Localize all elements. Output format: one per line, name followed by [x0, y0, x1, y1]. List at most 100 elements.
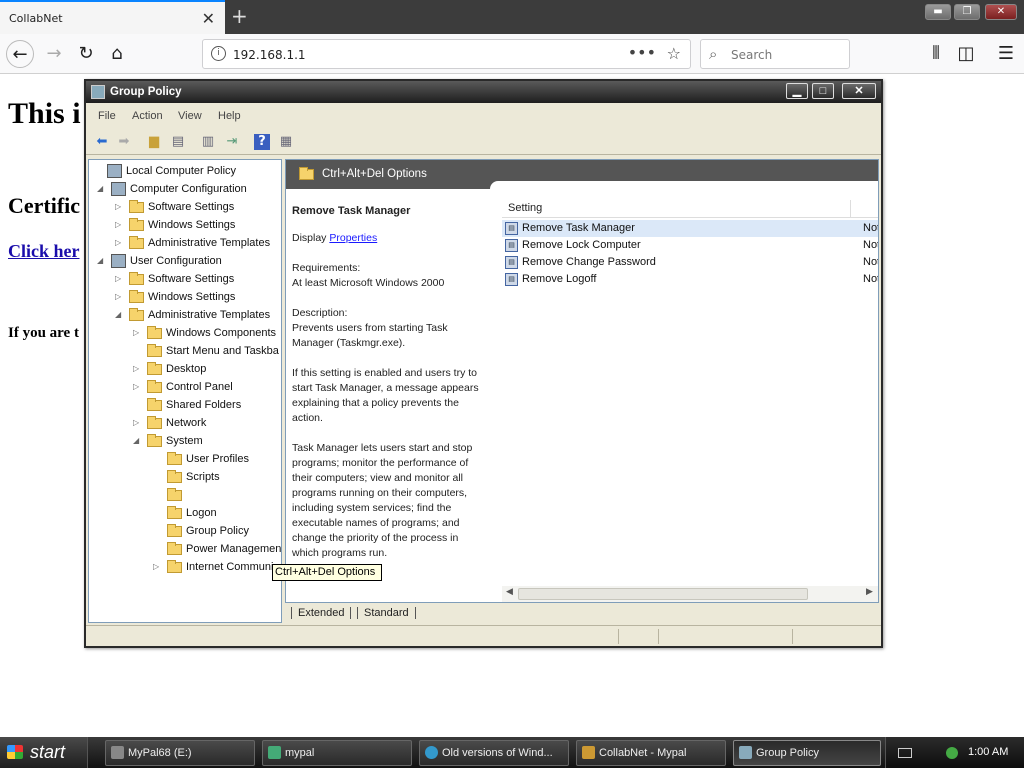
- tree-node[interactable]: ▷ Desktop: [133, 360, 206, 378]
- tree-node[interactable]: ◢ Administrative Templates: [115, 306, 270, 324]
- tree-node[interactable]: ◢ System: [133, 432, 203, 450]
- tree-node[interactable]: ▷ Internet Communi: [153, 558, 273, 576]
- taskbar-item[interactable]: MyPal68 (E:): [105, 740, 255, 766]
- browser-tab[interactable]: CollabNet ✕: [0, 0, 225, 34]
- page-actions-icon[interactable]: •••: [628, 43, 656, 62]
- menu-help[interactable]: Help: [218, 110, 241, 122]
- setting-row[interactable]: ▤ Remove Change Password Not: [502, 254, 878, 271]
- library-icon[interactable]: ⫴: [922, 40, 950, 68]
- forward-arrow-icon[interactable]: ➡: [116, 134, 132, 150]
- tree-node[interactable]: ▷ Control Panel: [133, 378, 233, 396]
- tree-node[interactable]: Start Menu and Taskba: [133, 342, 279, 360]
- menu-view[interactable]: View: [178, 110, 202, 122]
- tree-node[interactable]: ▷ Software Settings: [115, 198, 234, 216]
- reload-icon[interactable]: ↻: [72, 40, 100, 68]
- gp-close-button[interactable]: ✕: [842, 83, 876, 99]
- taskbar-item[interactable]: Old versions of Wind...: [419, 740, 569, 766]
- tree-node[interactable]: ▷ Windows Settings: [115, 216, 235, 234]
- up-folder-icon[interactable]: ▆: [146, 134, 162, 150]
- tree-node[interactable]: Shared Folders: [133, 396, 241, 414]
- expand-toggle-icon[interactable]: ▷: [153, 558, 163, 576]
- tree-node[interactable]: ▷ Software Settings: [115, 270, 234, 288]
- expand-toggle-icon[interactable]: ◢: [97, 252, 107, 270]
- expand-toggle-icon[interactable]: ▷: [115, 234, 125, 252]
- tree-node[interactable]: [153, 486, 186, 504]
- expand-toggle-icon[interactable]: ▷: [133, 414, 143, 432]
- tree-node[interactable]: ▷ Windows Components: [133, 324, 276, 342]
- tab-close-icon[interactable]: ✕: [202, 9, 215, 28]
- properties-link[interactable]: Properties: [329, 232, 377, 244]
- folder-icon: [147, 397, 162, 411]
- folder-icon: [129, 271, 144, 285]
- policy-setting-icon: ▤: [505, 273, 518, 286]
- home-icon[interactable]: ⌂: [103, 40, 131, 68]
- back-icon[interactable]: ←: [6, 40, 34, 68]
- menu-action[interactable]: Action: [132, 110, 163, 122]
- description-block: Description: Prevents users from startin…: [292, 306, 488, 351]
- gp-maximize-button[interactable]: □: [812, 83, 834, 99]
- taskbar-item[interactable]: CollabNet - Mypal: [576, 740, 726, 766]
- expand-toggle-icon[interactable]: ▷: [133, 360, 143, 378]
- tree-node[interactable]: ◢ Computer Configuration: [97, 180, 247, 198]
- taskbar-item[interactable]: mypal: [262, 740, 412, 766]
- taskbar-item[interactable]: Group Policy: [733, 740, 881, 766]
- restore-button[interactable]: ❐: [954, 4, 980, 20]
- tab-standard[interactable]: Standard: [357, 607, 416, 619]
- tree-node[interactable]: Local Computer Policy: [93, 162, 236, 180]
- expand-toggle-icon[interactable]: ▷: [115, 270, 125, 288]
- tree-node-label: Windows Settings: [148, 291, 236, 303]
- expand-toggle-icon[interactable]: ▷: [115, 216, 125, 234]
- expand-toggle-icon[interactable]: ◢: [133, 432, 143, 450]
- policy-setting-icon: ▤: [505, 239, 518, 252]
- help-icon[interactable]: ?: [254, 134, 270, 150]
- gp-minimize-button[interactable]: ▁: [786, 83, 808, 99]
- search-input[interactable]: ⌕ Search: [700, 39, 850, 69]
- list-scroll-thumb[interactable]: [518, 588, 808, 600]
- menu-icon[interactable]: ☰: [992, 40, 1020, 68]
- extended-view-icon[interactable]: ▦: [278, 134, 294, 150]
- sidebar-icon[interactable]: ◫: [952, 40, 980, 68]
- setting-column-header[interactable]: Setting: [502, 200, 878, 218]
- tree-node[interactable]: ▷ Windows Settings: [115, 288, 235, 306]
- new-tab-button[interactable]: +: [231, 4, 248, 28]
- setting-row[interactable]: ▤ Remove Task Manager Not: [502, 220, 878, 237]
- tree-node[interactable]: ▷ Administrative Templates: [115, 234, 270, 252]
- display-properties: Display Properties: [292, 232, 378, 244]
- tree-node[interactable]: User Profiles: [153, 450, 249, 468]
- properties-icon[interactable]: ▥: [200, 134, 216, 150]
- tree-node[interactable]: ▷ Network: [133, 414, 206, 432]
- minimize-button[interactable]: ▬: [925, 4, 951, 20]
- start-button[interactable]: start: [0, 737, 88, 768]
- menu-file[interactable]: File: [98, 110, 116, 122]
- forward-icon[interactable]: →: [40, 40, 68, 68]
- url-bar[interactable]: i 192.168.1.1 ••• ☆: [202, 39, 691, 69]
- keyboard-icon[interactable]: [898, 748, 912, 758]
- tree-node[interactable]: Group Policy: [153, 522, 249, 540]
- column-separator[interactable]: [850, 200, 851, 218]
- scroll-right-icon[interactable]: ▶: [866, 587, 873, 597]
- expand-toggle-icon[interactable]: ◢: [97, 180, 107, 198]
- tree-node[interactable]: Logon: [153, 504, 217, 522]
- tree-node[interactable]: Scripts: [153, 468, 220, 486]
- show-tree-icon[interactable]: ▤: [170, 134, 186, 150]
- tree-node[interactable]: ◢ User Configuration: [97, 252, 222, 270]
- view-tabs: Extended Standard: [285, 605, 879, 623]
- export-list-icon[interactable]: ⇥: [224, 134, 240, 150]
- bookmark-star-icon[interactable]: ☆: [667, 44, 681, 63]
- back-arrow-icon[interactable]: ⬅: [94, 134, 110, 150]
- setting-row[interactable]: ▤ Remove Logoff Not: [502, 271, 878, 288]
- close-window-button[interactable]: ✕: [985, 4, 1017, 20]
- page-link[interactable]: Click her: [8, 241, 80, 262]
- tab-extended[interactable]: Extended: [291, 607, 352, 619]
- scroll-left-icon[interactable]: ◀: [506, 587, 513, 597]
- expand-toggle-icon[interactable]: ◢: [115, 306, 125, 324]
- info-icon[interactable]: i: [211, 46, 226, 61]
- expand-toggle-icon[interactable]: ▷: [115, 288, 125, 306]
- expand-toggle-icon[interactable]: ▷: [133, 378, 143, 396]
- list-horizontal-scrollbar[interactable]: ◀ ▶: [502, 586, 878, 602]
- power-icon[interactable]: [946, 747, 958, 759]
- setting-row[interactable]: ▤ Remove Lock Computer Not: [502, 237, 878, 254]
- expand-toggle-icon[interactable]: ▷: [133, 324, 143, 342]
- tree-node[interactable]: Power Managemen: [153, 540, 281, 558]
- expand-toggle-icon[interactable]: ▷: [115, 198, 125, 216]
